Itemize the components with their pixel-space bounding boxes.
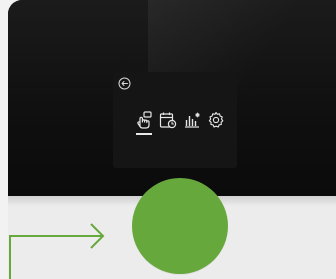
menu-icon-row <box>134 110 226 132</box>
hand-pointer-icon[interactable] <box>134 110 154 130</box>
back-arrow-icon[interactable] <box>118 75 131 90</box>
rotary-knob[interactable] <box>132 178 228 274</box>
calendar-clock-icon[interactable] <box>158 110 178 130</box>
device-illustration <box>0 0 336 279</box>
gear-icon[interactable] <box>206 110 226 130</box>
selected-tab-indicator <box>136 133 152 135</box>
bar-chart-icon[interactable] <box>182 110 202 130</box>
